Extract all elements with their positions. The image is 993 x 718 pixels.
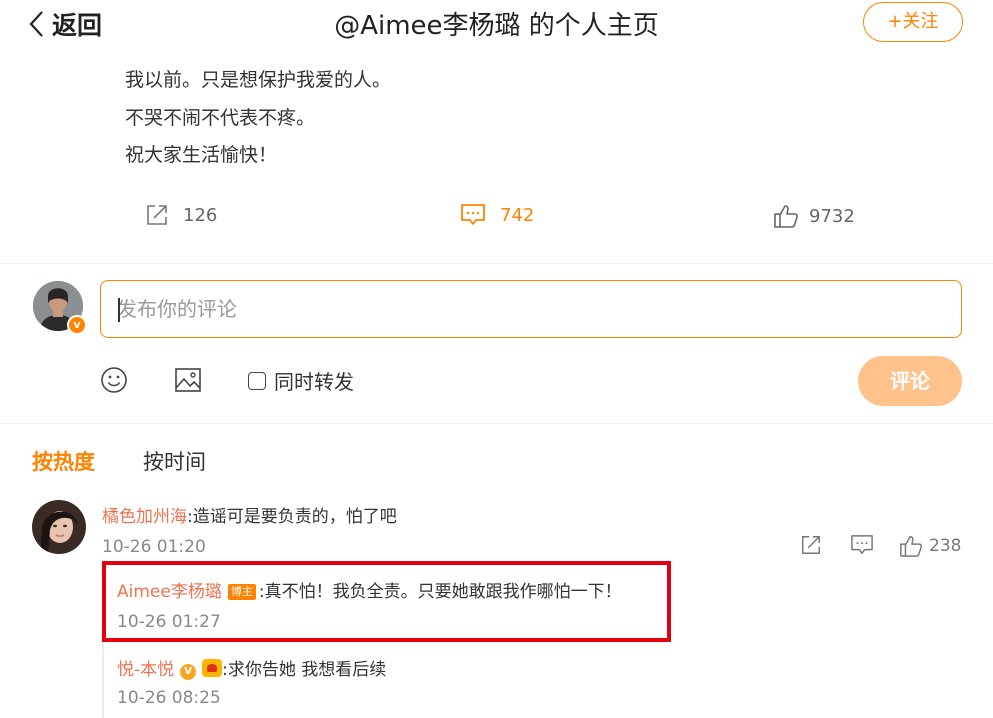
tab-sort-by-hot[interactable]: 按热度 [32,446,95,476]
comment-text: :造谣可是要负责的，怕了吧 [187,507,397,527]
page-title: @Aimee李杨璐 的个人主页 [334,11,659,41]
verified-badge-icon: V [180,664,197,680]
tab-sort-by-time[interactable]: 按时间 [143,446,206,476]
repost-count: 126 [183,204,218,226]
top-bar: 返回 @Aimee李杨璐 的个人主页 +关注 [0,0,993,46]
section-divider [0,423,993,424]
reply-body: Aimee李杨璐 博主:真不怕！我负全责。只要她敢跟我作哪怕一下！ [117,577,622,602]
image-button[interactable] [174,366,202,398]
comment-repost-button[interactable] [800,534,822,556]
image-icon [175,368,201,392]
member-crown-icon [202,659,223,677]
post-text-line-3: 祝大家生活愉快！ [125,144,278,166]
reply-timestamp: 10-26 01:27 [117,612,221,632]
reply-username[interactable]: Aimee李杨璐 [117,582,222,602]
like-button[interactable]: 9732 [773,203,855,229]
comment-username[interactable]: 橘色加州海 [102,507,187,527]
comment-reply-button[interactable] [850,534,874,556]
comment-icon [851,535,873,554]
follow-button[interactable]: +关注 [863,2,963,42]
comment-timestamp: 10-26 01:20 [102,537,206,557]
repost-checkbox-label: 同时转发 [274,370,354,394]
reply-username[interactable]: 悦-本悦 [117,660,174,680]
emoji-button[interactable] [100,366,128,398]
author-badge: 博主 [227,584,256,600]
like-count: 9732 [809,205,855,227]
post-text-line-2: 不哭不闹不代表不疼。 [125,107,316,129]
comment-button[interactable]: 742 [460,203,534,227]
verified-badge-icon: v [67,315,87,335]
comment-icon [461,204,485,225]
repost-button[interactable]: 126 [145,203,217,227]
repost-icon [147,205,167,225]
reply-text: :真不怕！我负全责。只要她敢跟我作哪怕一下！ [258,582,622,602]
reply-body: 悦-本悦 V :求你告她 我想看后续 [117,655,386,680]
reply-text: :求你告她 我想看后续 [222,660,387,680]
text-caret [118,298,120,322]
post-text-line-1: 我以前。只是想保护我爱的人。 [125,69,392,91]
repost-checkbox-row[interactable]: 同时转发 [248,366,354,395]
reply-thread-rail [102,562,104,718]
repost-checkbox[interactable] [248,371,266,390]
emoji-icon [101,367,127,393]
repost-icon [802,536,820,554]
section-divider [0,263,993,264]
reply-timestamp: 10-26 08:25 [117,688,221,708]
comment-input[interactable] [100,280,962,338]
comment-like-count: 238 [929,536,962,556]
comment-count: 742 [500,204,535,226]
comment-body: 橘色加州海:造谣可是要负责的，怕了吧 [102,502,397,527]
thumbs-up-icon [774,205,798,228]
comment-like-button[interactable]: 238 [899,534,961,558]
submit-comment-button[interactable]: 评论 [858,356,962,406]
commenter-avatar[interactable] [32,500,86,554]
thumbs-up-icon [900,536,923,557]
avatar-image [32,500,86,554]
